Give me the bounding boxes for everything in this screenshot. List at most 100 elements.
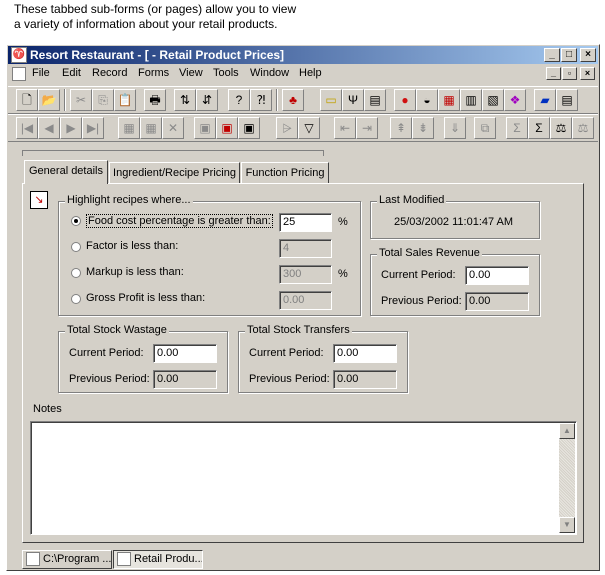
print-icon[interactable]: 🖶 (144, 89, 166, 111)
truck-icon[interactable]: ▰ (534, 89, 556, 111)
delete-record-icon[interactable]: ✕ (162, 117, 184, 139)
tomato-icon[interactable]: ● (394, 89, 416, 111)
document-icon[interactable]: ▤ (556, 89, 578, 111)
task-program-window[interactable]: C:\Program ... (22, 550, 112, 569)
wastage-current-input[interactable]: 0.00 (153, 344, 217, 363)
menu-icon[interactable]: ▤ (364, 89, 386, 111)
new-icon[interactable]: 🗋 (16, 89, 38, 111)
task-retail-product-window[interactable]: Retail Produ... (113, 550, 203, 569)
menu-window[interactable]: Window (250, 67, 289, 79)
label-food-cost: Food cost percentage is greater than: (86, 214, 273, 228)
first-record-icon[interactable]: |◀ (16, 117, 38, 139)
mdi-close-button[interactable]: × (580, 67, 595, 80)
highlight-icon[interactable]: ↘ (30, 191, 48, 209)
annotation-line-1: These tabbed sub-forms (or pages) allow … (14, 2, 297, 16)
notes-label: Notes (33, 403, 62, 415)
move-up-icon[interactable]: ⇞ (390, 117, 412, 139)
input-factor[interactable]: 4 (279, 239, 332, 258)
scale-icon[interactable]: ⚖ (572, 117, 594, 139)
report-icon[interactable]: ▧ (482, 89, 504, 111)
duplicate-record-icon[interactable]: ▦ (140, 117, 162, 139)
title-bar: ♈ Resort Restaurant - [ - Retail Product… (8, 46, 598, 64)
balance-icon[interactable]: ⚖ (550, 117, 572, 139)
close-button[interactable]: × (580, 48, 596, 62)
maximize-button[interactable]: □ (561, 48, 577, 62)
save-new-icon[interactable]: ▣ (238, 117, 260, 139)
sort-desc-icon[interactable]: ⇵ (196, 89, 218, 111)
last-modified-value: 25/03/2002 11:01:47 AM (394, 216, 514, 228)
sales-current-input[interactable]: 0.00 (465, 266, 529, 285)
paste-icon[interactable]: 📋 (114, 89, 136, 111)
open-icon[interactable]: 📂 (38, 89, 60, 111)
highlight-group-title: Highlight recipes where... (65, 194, 193, 206)
mdi-taskbar: C:\Program ... Retail Produ... (8, 548, 598, 570)
mdi-minimize-button[interactable]: _ (546, 67, 561, 80)
scroll-up-icon[interactable]: ▲ (559, 423, 575, 439)
context-help-icon[interactable]: ⁈ (250, 89, 272, 111)
sum-all-icon[interactable]: Σ (528, 117, 550, 139)
tab-function-pricing[interactable]: Function Pricing (241, 162, 329, 184)
save-close-icon[interactable]: ▣ (216, 117, 238, 139)
transfers-current-input[interactable]: 0.00 (333, 344, 397, 363)
export-icon[interactable]: ⧉ (474, 117, 496, 139)
transfers-previous-label: Previous Period: (249, 373, 330, 385)
radio-markup[interactable] (71, 268, 81, 278)
last-modified-title: Last Modified (377, 194, 447, 206)
sum-icon[interactable]: Σ (506, 117, 528, 139)
notes-textarea[interactable]: ▲ ▼ (30, 421, 577, 535)
input-gross-profit[interactable]: 0.00 (279, 291, 332, 310)
menu-bar: File Edit Record Forms View Tools Window… (8, 65, 598, 83)
next-record-icon[interactable]: ▶ (60, 117, 82, 139)
label-markup: Markup is less than: (86, 266, 184, 278)
menu-file[interactable]: File (32, 67, 50, 79)
menu-view[interactable]: View (179, 67, 203, 79)
book-icon[interactable]: ▥ (460, 89, 482, 111)
tab-general-details[interactable]: General details (24, 160, 108, 184)
calendar-icon[interactable]: ▦ (438, 89, 460, 111)
notes-scrollbar[interactable]: ▲ ▼ (559, 423, 575, 533)
input-markup[interactable]: 300 (279, 265, 332, 284)
sales-revenue-title: Total Sales Revenue (377, 247, 482, 259)
unit-markup: % (338, 268, 348, 280)
task-retail-product-label: Retail Produ... (134, 553, 203, 565)
move-down-icon[interactable]: ⇟ (412, 117, 434, 139)
wastage-previous-value: 0.00 (153, 370, 217, 389)
filter-form-icon[interactable]: ⩥ (276, 117, 298, 139)
new-record-icon[interactable]: ▦ (118, 117, 140, 139)
label-gross-profit: Gross Profit is less than: (86, 292, 206, 304)
container-icon[interactable]: ▭ (320, 89, 342, 111)
move-left-icon[interactable]: ⇤ (334, 117, 356, 139)
minimize-button[interactable]: _ (544, 48, 560, 62)
help-icon[interactable]: ? (228, 89, 250, 111)
pot-icon[interactable]: ◒ (416, 89, 438, 111)
scroll-down-icon[interactable]: ▼ (559, 517, 575, 533)
import-icon[interactable]: ⇓ (444, 117, 466, 139)
radio-food-cost[interactable] (71, 216, 81, 226)
tab-ingredient-recipe-pricing[interactable]: Ingredient/Recipe Pricing (109, 162, 240, 184)
mdi-restore-button[interactable]: ▫ (562, 67, 577, 80)
menu-record[interactable]: Record (92, 67, 127, 79)
palette-icon[interactable]: ❖ (504, 89, 526, 111)
menu-edit[interactable]: Edit (62, 67, 81, 79)
move-right-icon[interactable]: ⇥ (356, 117, 378, 139)
menu-forms[interactable]: Forms (138, 67, 169, 79)
sort-asc-icon[interactable]: ⇅ (174, 89, 196, 111)
copy-icon[interactable]: ⎘ (92, 89, 114, 111)
radio-gross-profit[interactable] (71, 294, 81, 304)
ingredients-icon[interactable]: ♣ (282, 89, 304, 111)
input-food-cost[interactable]: 25 (279, 213, 332, 232)
app-icon[interactable]: ♈ (11, 47, 27, 63)
filter-icon[interactable]: ▽ (298, 117, 320, 139)
document-window-icon[interactable] (12, 67, 26, 81)
cut-icon[interactable]: ✂ (70, 89, 92, 111)
radio-factor[interactable] (71, 242, 81, 252)
sales-previous-value: 0.00 (465, 292, 529, 311)
save-icon[interactable]: ▣ (194, 117, 216, 139)
cutlery-icon[interactable]: Ψ (342, 89, 364, 111)
menu-tools[interactable]: Tools (213, 67, 239, 79)
last-record-icon[interactable]: ▶| (82, 117, 104, 139)
app-icon-small (26, 552, 40, 566)
previous-record-icon[interactable]: ◀ (38, 117, 60, 139)
window-title: Resort Restaurant - [ - Retail Product P… (30, 48, 285, 62)
menu-help[interactable]: Help (299, 67, 322, 79)
